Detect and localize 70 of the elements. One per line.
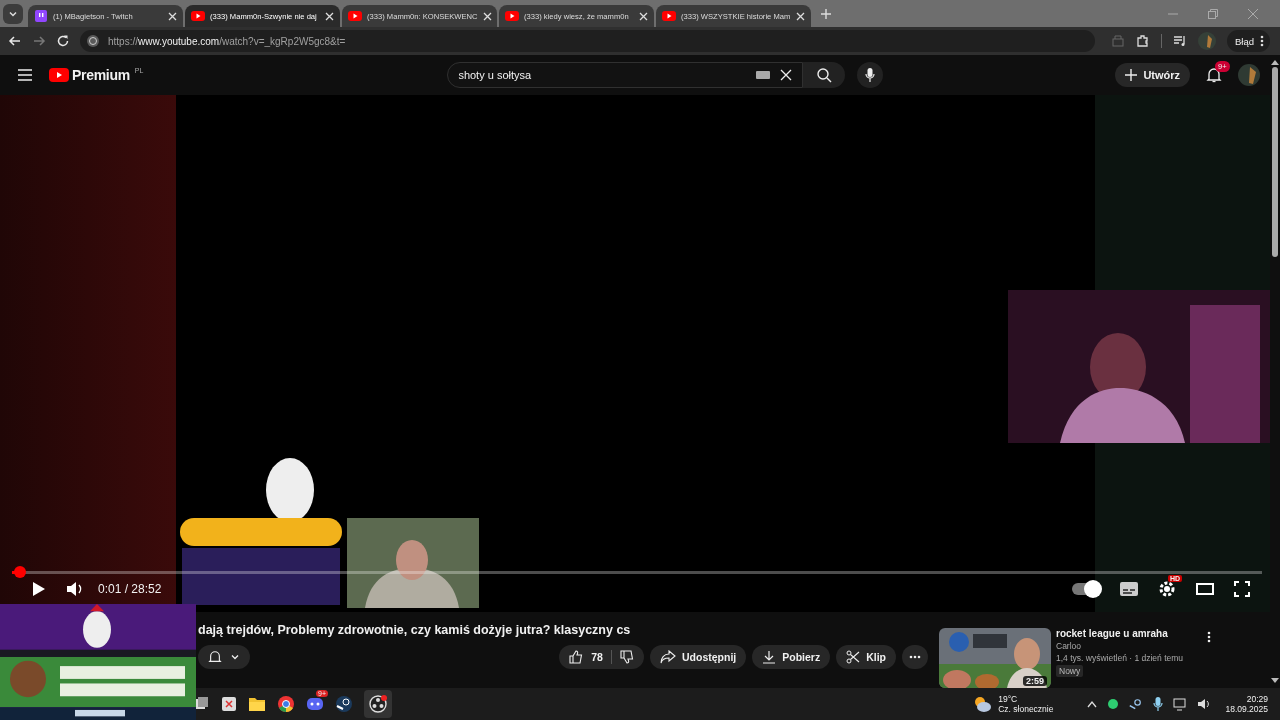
create-button[interactable]: Utwórz bbox=[1115, 63, 1191, 87]
tab-favicon-icon bbox=[505, 11, 519, 21]
download-button[interactable]: Pobierz bbox=[752, 645, 831, 669]
channel-name[interactable]: Carloo bbox=[1056, 641, 1082, 651]
new-badge: Nowy bbox=[1056, 665, 1084, 677]
game-launcher-icon[interactable] bbox=[1129, 697, 1144, 711]
clock-time: 20:29 bbox=[1246, 694, 1268, 704]
avatar-icon[interactable] bbox=[1198, 32, 1216, 50]
volume-icon[interactable] bbox=[1197, 697, 1212, 711]
notification-bell-button[interactable] bbox=[198, 645, 250, 669]
url-text: https://www.youtube.com/watch?v=_kgRp2W5gc8&t= bbox=[108, 35, 346, 47]
temperature: 19°C bbox=[998, 694, 1019, 704]
status-dot-icon[interactable] bbox=[1107, 698, 1120, 710]
tab-search-button[interactable] bbox=[3, 3, 23, 24]
thumbs-down-icon[interactable] bbox=[619, 650, 634, 664]
share-button[interactable]: Udostępnij bbox=[649, 645, 747, 669]
tab-favicon-icon bbox=[348, 11, 362, 21]
profile-button[interactable]: Błąd bbox=[1227, 30, 1270, 52]
chevron-up-icon[interactable] bbox=[1087, 700, 1098, 708]
scroll-down-icon[interactable] bbox=[1271, 678, 1279, 684]
task-view-icon[interactable] bbox=[194, 696, 210, 712]
extensions-icon[interactable] bbox=[1136, 34, 1150, 48]
tab-favicon-icon bbox=[34, 9, 48, 23]
search-icon bbox=[816, 67, 833, 83]
forward-icon[interactable] bbox=[32, 34, 46, 48]
snip-icon[interactable] bbox=[221, 696, 237, 712]
media-queue-icon[interactable] bbox=[1173, 34, 1187, 48]
browser-icon[interactable] bbox=[277, 695, 295, 713]
share-icon bbox=[659, 650, 676, 664]
reload-icon[interactable] bbox=[56, 34, 70, 48]
clock-date: 18.09.2025 bbox=[1225, 704, 1268, 714]
search-button[interactable] bbox=[803, 62, 846, 88]
like-button[interactable]: 78 bbox=[569, 650, 603, 664]
avatar-icon[interactable] bbox=[1238, 64, 1261, 86]
microphone-icon[interactable] bbox=[1153, 697, 1164, 711]
site-info-icon[interactable] bbox=[86, 34, 100, 48]
microphone-icon bbox=[865, 68, 876, 82]
new-tab-icon[interactable] bbox=[819, 6, 833, 21]
duration-badge: 2:59 bbox=[1023, 676, 1047, 686]
scroll-up-icon[interactable] bbox=[1271, 59, 1279, 65]
tab-favicon-icon bbox=[191, 11, 205, 21]
thumbs-up-icon bbox=[569, 650, 584, 664]
scissors-icon bbox=[846, 650, 861, 664]
tab-favicon-icon bbox=[662, 11, 676, 21]
clear-icon[interactable] bbox=[780, 69, 793, 81]
back-icon[interactable] bbox=[8, 34, 22, 48]
network-icon[interactable] bbox=[1173, 697, 1188, 711]
notifications-icon[interactable] bbox=[1206, 67, 1223, 83]
game-launcher-icon[interactable] bbox=[335, 695, 353, 713]
bell-icon bbox=[208, 650, 222, 664]
clip-button[interactable]: Klip bbox=[836, 645, 896, 669]
address-field[interactable]: https://www.youtube.com/watch?v=_kgRp2W5gc8&t= bbox=[80, 30, 1095, 52]
chat-app-icon[interactable] bbox=[306, 696, 324, 712]
chevron-icon bbox=[230, 652, 240, 662]
keyboard-icon[interactable] bbox=[756, 71, 771, 79]
more-icon bbox=[1260, 35, 1264, 47]
video-title[interactable]: rocket league u amraha bbox=[1056, 628, 1168, 639]
video-title: dają trejdów, Problemy zdrowotnie, czy kamiś dożyje jutra? klasyczny cs bbox=[198, 623, 632, 637]
voice-search-button[interactable] bbox=[857, 62, 884, 88]
recorder-icon[interactable] bbox=[369, 695, 387, 713]
download-icon bbox=[762, 650, 777, 664]
video-stats: 1,4 tys. wyświetleń · 1 dzień temu bbox=[1056, 653, 1184, 663]
weather-icon[interactable] bbox=[972, 695, 993, 713]
menu-icon[interactable] bbox=[17, 68, 33, 82]
search-field[interactable]: shoty u sołtysa bbox=[447, 62, 804, 88]
more-icon[interactable] bbox=[1207, 631, 1211, 643]
folder-icon[interactable] bbox=[248, 696, 266, 712]
plus-icon bbox=[1125, 69, 1138, 81]
weather-description: Cz. słonecznie bbox=[998, 704, 1054, 714]
more-icon bbox=[909, 655, 921, 659]
